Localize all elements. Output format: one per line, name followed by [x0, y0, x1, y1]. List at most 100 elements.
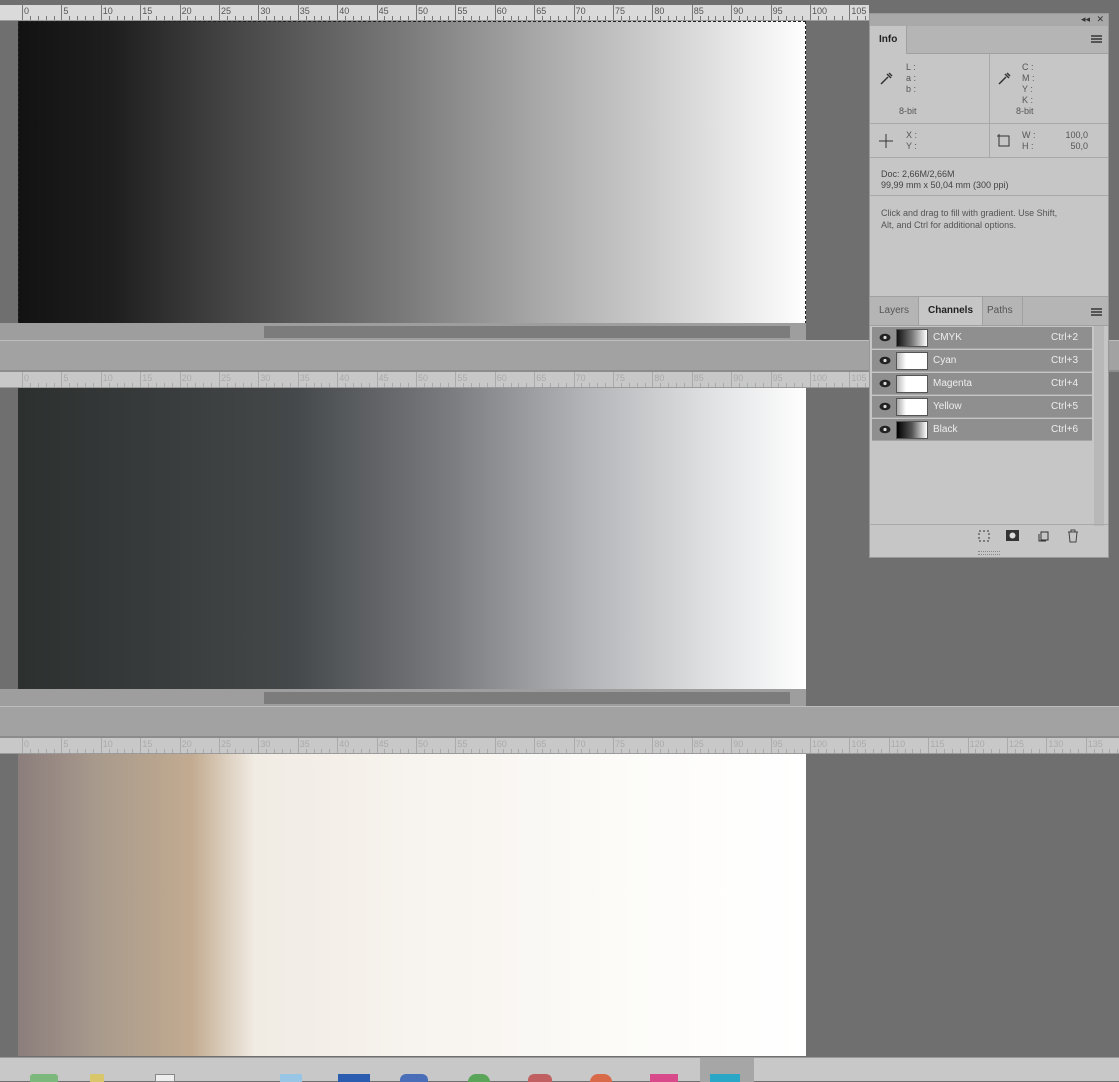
eye-icon[interactable] — [879, 402, 891, 411]
eye-icon[interactable] — [879, 425, 891, 434]
ruler-tick — [416, 5, 417, 20]
ruler-tick — [337, 372, 339, 387]
collapse-icon[interactable]: ◂◂ — [1081, 14, 1090, 25]
ruler-tick — [282, 383, 284, 387]
top-ruler-3[interactable]: 0 5 10 15 20 25 30 35 40 45 50 55 60 65 70 75 80 85 90 95 10… — [0, 738, 1119, 754]
info-panel-menu-icon[interactable] — [1091, 35, 1102, 43]
ruler-tick — [573, 372, 575, 387]
ruler-label: 15 — [142, 6, 153, 16]
ruler-tick — [345, 383, 347, 387]
ruler-tick — [234, 16, 236, 20]
eye-icon[interactable] — [879, 333, 891, 342]
ruler-tick — [951, 749, 953, 753]
top-ruler-2[interactable]: 0 5 10 15 20 25 30 35 40 45 50 55 60 65 70 75 80 85 90 95 10… — [0, 372, 869, 388]
ruler-label: 65 — [536, 373, 547, 383]
horizontal-scrollbar-1[interactable] — [0, 323, 806, 341]
ruler-label: 55 — [457, 739, 468, 749]
ruler-label: 5 — [63, 739, 69, 749]
ruler-tick — [1109, 749, 1111, 753]
ruler-tick — [549, 383, 551, 387]
window-title-bar-3[interactable] — [0, 706, 1119, 738]
ruler-tick — [636, 16, 638, 20]
ruler-tick — [636, 383, 638, 387]
ruler-tick — [849, 5, 851, 20]
y-label: Y : — [906, 141, 917, 151]
ruler-tick — [345, 16, 347, 20]
eyedropper-icon[interactable] — [878, 71, 894, 87]
ruler-tick — [108, 383, 110, 387]
ruler-label: 65 — [536, 739, 547, 749]
new-channel-icon[interactable] — [1038, 530, 1050, 542]
horizontal-scrollbar-2[interactable] — [0, 689, 806, 707]
ruler-tick — [179, 738, 181, 753]
save-selection-icon[interactable] — [1006, 530, 1019, 541]
ruler-tick — [242, 383, 244, 387]
ruler-tick — [857, 16, 859, 20]
ruler-tick — [652, 738, 654, 753]
ruler-tick — [53, 16, 55, 20]
ruler-tick — [37, 16, 39, 20]
eye-icon[interactable] — [879, 379, 891, 388]
ruler-tick — [360, 749, 362, 753]
ruler-tick — [668, 16, 670, 20]
top-ruler-1[interactable]: 0 5 10 15 20 25 30 35 40 45 50 55 60 65 70 75 80 85 90 95 10… — [0, 5, 869, 21]
tab-channels[interactable]: Channels — [918, 297, 984, 325]
ruler-tick — [61, 738, 63, 753]
ruler-tick — [45, 16, 47, 20]
eyedropper-cmyk-icon[interactable] — [996, 71, 1012, 87]
ruler-tick — [896, 749, 898, 753]
ruler-tick — [250, 16, 252, 20]
channel-row-cmyk[interactable]: CMYK Ctrl+2 — [872, 327, 1092, 349]
ruler-tick — [392, 383, 394, 387]
channel-row-cyan[interactable]: Cyan Ctrl+3 — [872, 350, 1092, 372]
gradient-canvas-beige[interactable] — [18, 754, 806, 1056]
channel-row-black[interactable]: Black Ctrl+6 — [872, 419, 1092, 441]
ruler-label: 50 — [418, 6, 429, 16]
lab-a-label: a : — [906, 73, 917, 83]
channel-row-yellow[interactable]: Yellow Ctrl+5 — [872, 396, 1092, 418]
ruler-tick — [305, 749, 307, 753]
ruler-tick — [455, 5, 457, 20]
ruler-label: 80 — [654, 373, 665, 383]
ruler-tick — [668, 383, 670, 387]
doc-dimensions: 99,99 mm x 50,04 mm (300 ppi) — [881, 180, 1009, 190]
load-selection-icon[interactable] — [978, 530, 990, 542]
ruler-tick — [77, 749, 79, 753]
ruler-tick — [644, 16, 646, 20]
ruler-tick — [943, 749, 945, 753]
ruler-tick — [644, 749, 646, 753]
ruler-tick — [676, 16, 678, 20]
ruler-tick — [124, 383, 126, 387]
tab-layers[interactable]: Layers — [870, 297, 918, 325]
ruler-tick — [802, 383, 804, 387]
gradient-canvas-cmyk[interactable] — [18, 388, 806, 690]
gradient-canvas-black[interactable] — [18, 21, 806, 324]
ruler-tick — [1014, 749, 1016, 753]
cmyk-m-label: M : — [1022, 73, 1035, 83]
channel-thumbnail — [896, 421, 928, 439]
panel-resize-grip[interactable] — [978, 551, 1000, 555]
ruler-tick — [226, 383, 228, 387]
cmyk-k-label: K : — [1022, 95, 1034, 105]
eye-icon[interactable] — [879, 356, 891, 365]
scroll-thumb-1[interactable] — [264, 326, 790, 338]
ruler-tick — [746, 16, 748, 20]
channels-scrollbar[interactable] — [1094, 326, 1104, 526]
close-icon[interactable]: ✕ — [1096, 14, 1104, 25]
ruler-tick — [266, 16, 268, 20]
channels-panel-menu-icon[interactable] — [1091, 308, 1102, 316]
ruler-label: 100 — [812, 373, 828, 383]
ruler-tick — [557, 16, 559, 20]
ruler-label: 25 — [221, 6, 232, 16]
scroll-thumb-2[interactable] — [264, 692, 790, 704]
trash-icon[interactable] — [1067, 529, 1079, 543]
ruler-tick — [652, 372, 654, 387]
ruler-tick — [211, 749, 213, 753]
tab-paths[interactable]: Paths — [978, 297, 1023, 325]
ruler-label: 20 — [181, 6, 192, 16]
tab-info[interactable]: Info — [870, 26, 908, 54]
ruler-tick — [124, 749, 126, 753]
channel-row-magenta[interactable]: Magenta Ctrl+4 — [872, 373, 1092, 395]
ruler-tick — [613, 5, 614, 20]
ruler-label: 115 — [930, 739, 945, 749]
